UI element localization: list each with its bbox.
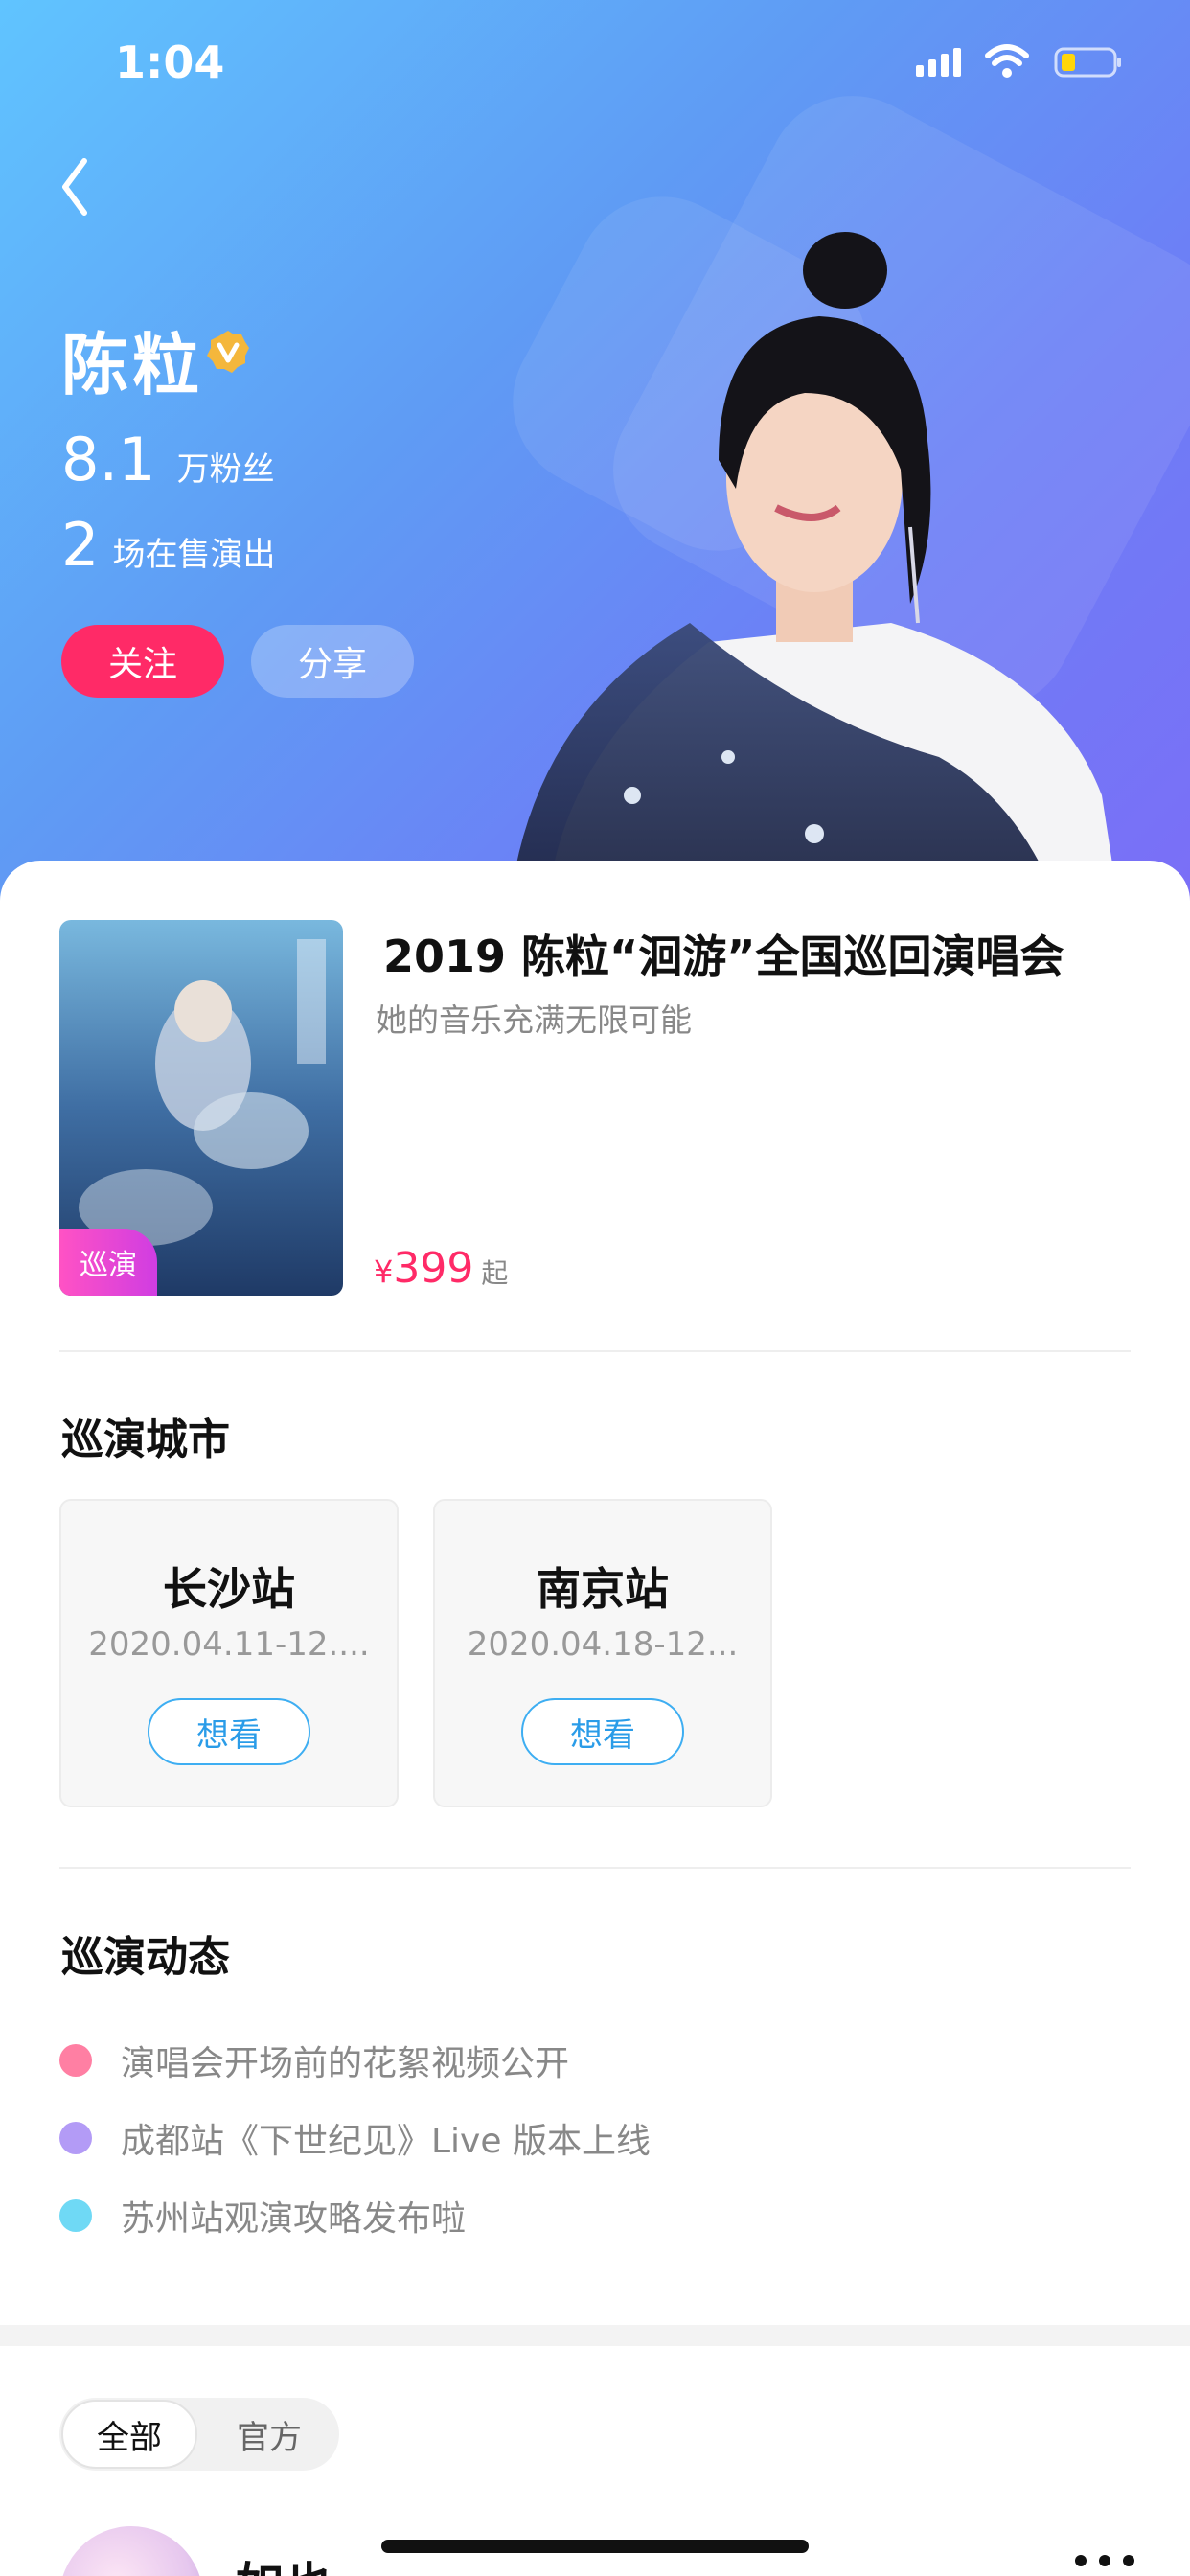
tour-news-title: 巡演动态 xyxy=(61,1933,230,1982)
bullet-dot xyxy=(59,2122,92,2154)
verified-badge-icon xyxy=(207,331,249,373)
feed-tabs: 全部 官方 xyxy=(59,2398,339,2471)
avatar[interactable] xyxy=(59,2526,203,2576)
city-card-changsha[interactable]: 长沙站 2020.04.11-12.... 想看 xyxy=(59,1499,399,1807)
price-suffix: 起 xyxy=(481,1257,509,1289)
post-user-name[interactable]: 如也 xyxy=(236,2547,332,2576)
artist-portrait xyxy=(508,232,1121,920)
signal-icon xyxy=(916,48,961,77)
tab-all[interactable]: 全部 xyxy=(61,2400,197,2469)
more-icon[interactable] xyxy=(1071,2551,1138,2570)
news-text: 成都站《下世纪见》Live 版本上线 xyxy=(121,2122,651,2161)
fans-label: 万粉丝 xyxy=(176,450,275,489)
shows-count: 2 xyxy=(61,510,100,580)
show-price: ¥ 399 起 xyxy=(374,1244,508,1293)
news-item[interactable]: 苏州站观演攻略发布啦 xyxy=(59,2191,466,2241)
follow-button[interactable]: 关注 xyxy=(61,625,224,698)
city-name: 南京站 xyxy=(537,1563,669,1615)
bullet-dot xyxy=(59,2199,92,2232)
section-separator xyxy=(0,2325,1190,2346)
fans-count: 8.1 xyxy=(61,425,156,494)
want-to-see-button[interactable]: 想看 xyxy=(148,1698,310,1765)
status-bar: 1:04 xyxy=(0,0,1190,126)
artist-name: 陈粒 xyxy=(61,326,203,404)
status-time: 1:04 xyxy=(115,36,225,88)
price-currency: ¥ xyxy=(374,1254,394,1290)
news-text: 演唱会开场前的花絮视频公开 xyxy=(121,2044,570,2083)
fans-stat: 8.1 万粉丝 xyxy=(61,425,275,494)
news-text: 苏州站观演攻略发布啦 xyxy=(121,2199,467,2239)
home-indicator xyxy=(381,2540,809,2553)
divider xyxy=(59,1867,1131,1869)
show-subtitle: 她的音乐充满无限可能 xyxy=(376,1001,692,1039)
city-name: 长沙站 xyxy=(163,1563,295,1615)
price-amount: 399 xyxy=(393,1244,474,1293)
tour-tag: 巡演 xyxy=(59,1229,157,1296)
bullet-dot xyxy=(59,2044,92,2077)
city-date: 2020.04.11-12.... xyxy=(88,1625,370,1664)
back-icon[interactable] xyxy=(56,153,98,220)
share-button[interactable]: 分享 xyxy=(251,625,414,698)
battery-icon xyxy=(1054,47,1121,78)
tab-official[interactable]: 官方 xyxy=(201,2400,337,2469)
artist-header: 1:04 陈粒 8.1 万粉丝 2 场在售演出 关注 分享 xyxy=(0,0,1190,920)
divider xyxy=(59,1350,1131,1352)
want-to-see-button[interactable]: 想看 xyxy=(521,1698,684,1765)
show-title[interactable]: 2019 陈粒“洄游”全国巡回演唱会 xyxy=(383,922,1064,985)
shows-stat: 2 场在售演出 xyxy=(61,510,275,580)
city-card-nanjing[interactable]: 南京站 2020.04.18-12... 想看 xyxy=(433,1499,772,1807)
news-item[interactable]: 演唱会开场前的花絮视频公开 xyxy=(59,2036,569,2085)
tour-cities-title: 巡演城市 xyxy=(61,1415,230,1464)
news-item[interactable]: 成都站《下世纪见》Live 版本上线 xyxy=(59,2113,651,2163)
shows-label: 场在售演出 xyxy=(112,536,276,574)
city-date: 2020.04.18-12... xyxy=(467,1625,739,1664)
main-content: 巡演 2019 陈粒“洄游”全国巡回演唱会 她的音乐充满无限可能 ¥ 399 起… xyxy=(0,861,1190,2576)
wifi-icon xyxy=(985,44,1029,78)
